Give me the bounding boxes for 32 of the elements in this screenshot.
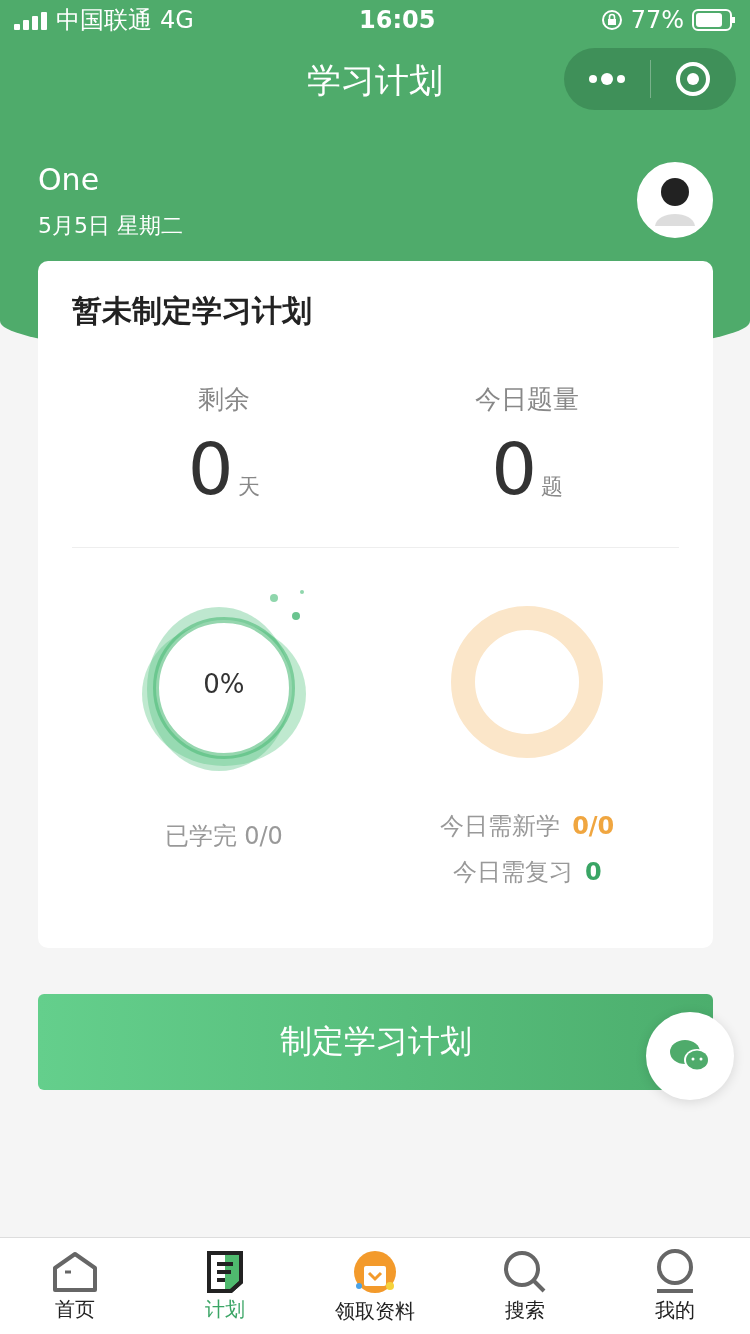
today-label: 今日需复习: [452, 857, 573, 888]
battery-percent: 77%: [630, 6, 684, 34]
today-value: 0: [584, 858, 602, 886]
stat-unit: 题: [541, 473, 564, 501]
card-title: 暂未制定学习计划: [72, 293, 312, 328]
network-type: 4G: [160, 6, 194, 34]
today-value: 0/0: [572, 812, 615, 840]
house-icon: [51, 1249, 99, 1294]
status-time: 16:05: [359, 6, 436, 34]
progress-percent: 0%: [203, 669, 245, 699]
carrier-name: 中国联通: [56, 5, 152, 36]
stat-label: 今日题量: [475, 383, 580, 416]
target-icon: [675, 61, 712, 97]
search-icon: [502, 1248, 548, 1295]
progress-caption: 已学完 0/0: [164, 821, 283, 852]
rotation-lock-icon: [600, 9, 623, 31]
signal-icon: [14, 10, 48, 30]
tab-item[interactable]: 搜索: [450, 1238, 600, 1334]
stat-label: 剩余: [197, 383, 250, 416]
tab-item[interactable]: 首页: [0, 1238, 150, 1334]
user-name: One: [38, 162, 100, 197]
page-title: 学习计划: [307, 59, 443, 102]
stat-value: 0: [491, 427, 538, 511]
date-text: 5月5日 星期二: [38, 212, 183, 240]
tab-item[interactable]: 领取资料: [300, 1238, 450, 1334]
person-icon: [654, 1248, 696, 1295]
stat-value: 0: [187, 427, 234, 511]
today-label: 今日需新学: [440, 811, 561, 842]
more-icon: [586, 72, 627, 86]
battery-icon: [692, 9, 736, 31]
tab-item[interactable]: 我的: [600, 1238, 750, 1334]
stat-unit: 天: [237, 473, 260, 501]
